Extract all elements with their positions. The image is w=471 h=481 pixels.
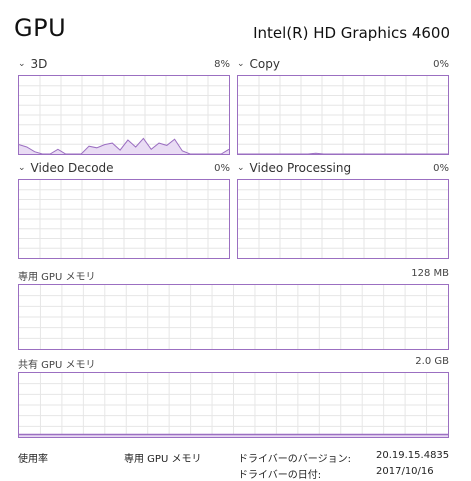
engine-3d-selector[interactable]: ⌄ 3D	[18, 57, 47, 71]
chevron-down-icon: ⌄	[18, 59, 26, 69]
engine-label: 3D	[30, 57, 48, 71]
chevron-down-icon: ⌄	[237, 163, 245, 173]
memory-svg	[19, 373, 448, 437]
footer-dedicated-label: 専用 GPU メモリ	[124, 454, 202, 465]
engine-value: 0%	[214, 163, 230, 174]
driver-version-value: 20.19.15.4835	[376, 450, 450, 461]
graph-svg	[238, 76, 448, 154]
engine-label: Video Decode	[30, 161, 114, 175]
dedicated-memory-graph	[18, 284, 449, 350]
dedicated-memory-label: 専用 GPU メモリ	[18, 272, 96, 283]
driver-date-value: 2017/10/16	[376, 466, 434, 477]
graph-svg	[19, 180, 229, 258]
engine-video-processing-selector[interactable]: ⌄ Video Processing	[237, 161, 351, 175]
chevron-down-icon: ⌄	[18, 163, 26, 173]
shared-memory-label: 共有 GPU メモリ	[18, 360, 96, 371]
graph-svg	[238, 180, 448, 258]
engine-video-processing-graph	[237, 179, 449, 259]
engine-value: 8%	[214, 59, 230, 70]
dedicated-memory-max: 128 MB	[411, 268, 449, 279]
engine-video-decode-graph	[18, 179, 230, 259]
engine-3d-graph	[18, 75, 230, 155]
usage-label: 使用率	[18, 454, 48, 465]
engine-label: Copy	[249, 57, 280, 71]
graph-svg	[19, 76, 229, 154]
shared-memory-graph	[18, 372, 449, 438]
engine-value: 0%	[433, 59, 449, 70]
engine-copy-graph	[237, 75, 449, 155]
memory-svg	[19, 285, 448, 349]
adapter-name: Intel(R) HD Graphics 4600	[253, 24, 450, 42]
shared-memory-max: 2.0 GB	[415, 356, 449, 367]
page-title: GPU	[14, 14, 67, 42]
driver-version-label: ドライバーのバージョン:	[238, 454, 351, 465]
engine-copy-selector[interactable]: ⌄ Copy	[237, 57, 280, 71]
engine-video-decode-selector[interactable]: ⌄ Video Decode	[18, 161, 114, 175]
engine-value: 0%	[433, 163, 449, 174]
chevron-down-icon: ⌄	[237, 59, 245, 69]
engine-label: Video Processing	[249, 161, 352, 175]
